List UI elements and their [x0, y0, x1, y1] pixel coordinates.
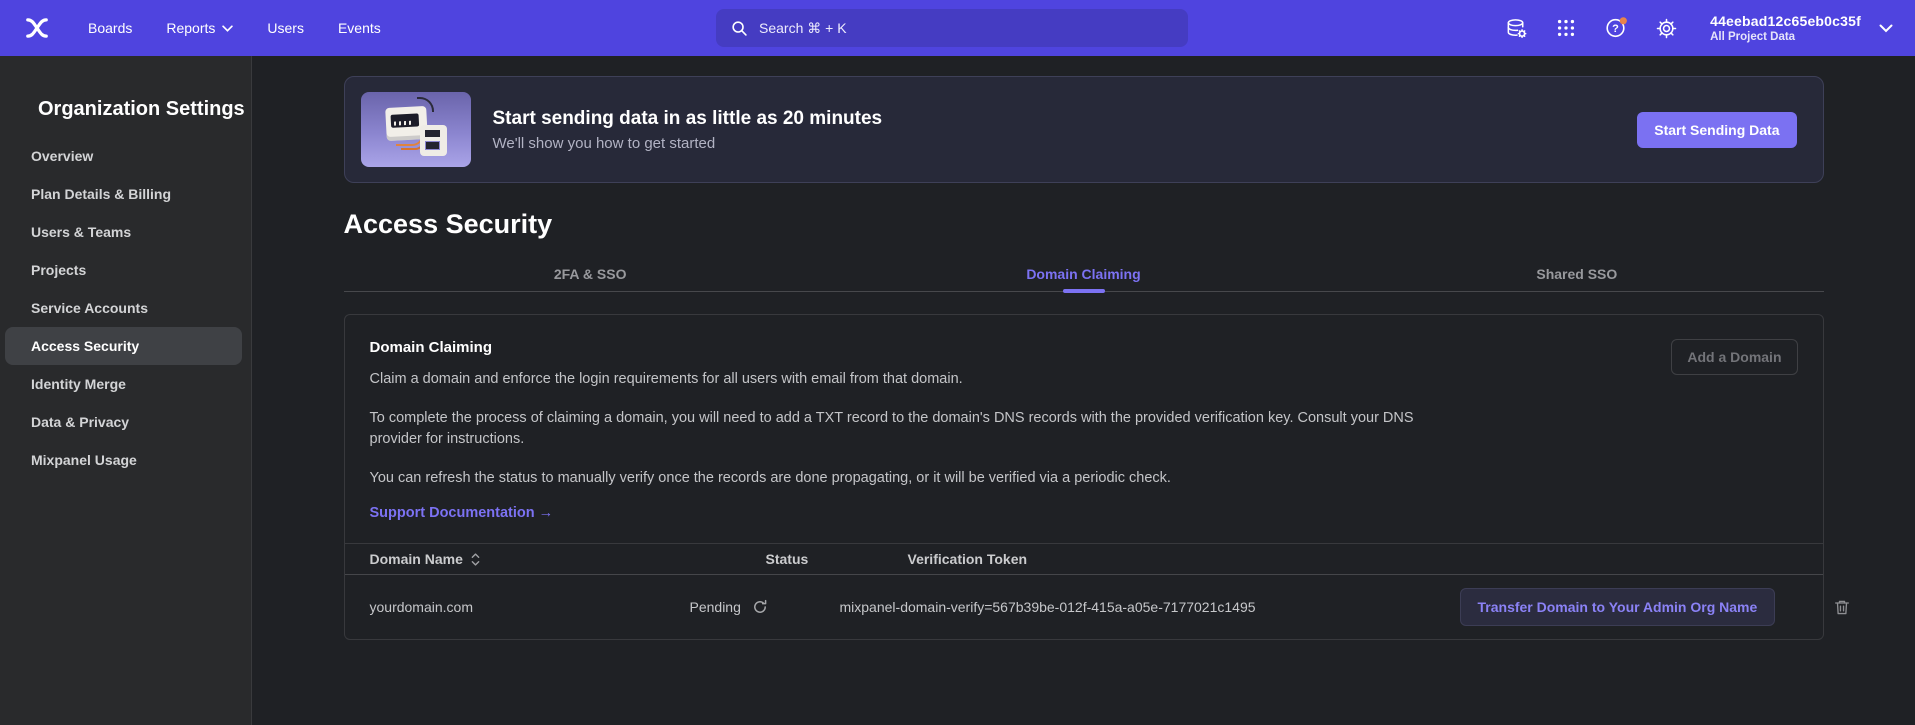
- sidebar-title: Organization Settings: [38, 98, 251, 121]
- add-domain-button[interactable]: Add a Domain: [1671, 339, 1797, 375]
- cell-domain-name: yourdomain.com: [370, 599, 690, 615]
- table-row: yourdomain.com Pending mixpanel-domain-v…: [345, 575, 1823, 639]
- banner-subtitle: We'll show you how to get started: [493, 135, 883, 152]
- column-header-verification-token: Verification Token: [840, 551, 1460, 567]
- delete-domain-trash-icon[interactable]: [1833, 598, 1851, 617]
- sidebar-item-access-security[interactable]: Access Security: [5, 327, 242, 365]
- domains-table-header: Domain Name Status Verification Token: [345, 543, 1823, 575]
- sidebar-item-service-accounts[interactable]: Service Accounts: [5, 289, 242, 327]
- column-header-status: Status: [690, 551, 840, 567]
- search-input[interactable]: Search ⌘ + K: [716, 9, 1188, 47]
- support-documentation-link[interactable]: Support Documentation →: [370, 505, 554, 521]
- sidebar-item-identity-merge[interactable]: Identity Merge: [5, 365, 242, 403]
- banner-title: Start sending data in as little as 20 mi…: [493, 108, 883, 130]
- start-sending-data-button[interactable]: Start Sending Data: [1637, 112, 1796, 148]
- onboarding-illustration: [361, 92, 471, 167]
- sort-icon[interactable]: [471, 553, 480, 566]
- transfer-domain-button[interactable]: Transfer Domain to Your Admin Org Name: [1460, 588, 1776, 626]
- data-management-icon[interactable]: [1504, 16, 1528, 40]
- card-description-1: Claim a domain and enforce the login req…: [345, 369, 1495, 390]
- apps-grid-icon[interactable]: [1554, 16, 1578, 40]
- domains-table: Domain Name Status Verification Token yo…: [345, 543, 1823, 639]
- org-settings-sidebar: Organization Settings Overview Plan Deta…: [0, 56, 252, 725]
- sidebar-item-overview[interactable]: Overview: [5, 137, 242, 175]
- svg-text:?: ?: [1612, 23, 1619, 35]
- top-nav: Boards Reports Users Events Search ⌘ + K: [0, 0, 1915, 56]
- notification-badge: [1620, 17, 1627, 24]
- nav-reports[interactable]: Reports: [166, 20, 233, 36]
- nav-users[interactable]: Users: [267, 20, 304, 36]
- account-switcher[interactable]: 44eebad12c65eb0c35f All Project Data: [1710, 13, 1861, 43]
- tab-2fa-sso[interactable]: 2FA & SSO: [344, 266, 837, 282]
- sidebar-nav: Overview Plan Details & Billing Users & …: [0, 137, 251, 479]
- access-security-tabs: 2FA & SSO Domain Claiming Shared SSO: [344, 266, 1824, 292]
- page-title: Access Security: [344, 209, 1824, 240]
- chevron-down-icon: [222, 25, 233, 32]
- gear-icon[interactable]: [1654, 16, 1678, 40]
- active-tab-indicator: [1063, 289, 1105, 293]
- cell-verification-token: mixpanel-domain-verify=567b39be-012f-415…: [840, 599, 1460, 615]
- tab-shared-sso[interactable]: Shared SSO: [1330, 266, 1823, 282]
- nav-boards[interactable]: Boards: [88, 20, 132, 36]
- column-header-domain-name: Domain Name: [370, 551, 463, 567]
- primary-nav: Boards Reports Users Events: [88, 20, 381, 36]
- card-title: Domain Claiming: [345, 339, 1823, 356]
- domain-claiming-card: Domain Claiming Add a Domain Claim a dom…: [344, 314, 1824, 640]
- refresh-status-icon[interactable]: [752, 599, 768, 615]
- banner-text: Start sending data in as little as 20 mi…: [493, 108, 883, 152]
- sidebar-item-projects[interactable]: Projects: [5, 251, 242, 289]
- sidebar-item-mixpanel-usage[interactable]: Mixpanel Usage: [5, 441, 242, 479]
- sidebar-item-data-privacy[interactable]: Data & Privacy: [5, 403, 242, 441]
- sidebar-item-plan-details-billing[interactable]: Plan Details & Billing: [5, 175, 242, 213]
- mixpanel-logo[interactable]: [22, 13, 52, 43]
- sidebar-item-users-teams[interactable]: Users & Teams: [5, 213, 242, 251]
- card-description-2: To complete the process of claiming a do…: [345, 408, 1495, 450]
- status-badge: Pending: [690, 599, 741, 615]
- main-area: Start sending data in as little as 20 mi…: [252, 56, 1915, 725]
- top-right-actions: ? 44eebad12c65eb0c35f All Project Data: [1504, 13, 1893, 43]
- tab-domain-claiming[interactable]: Domain Claiming: [837, 266, 1330, 282]
- account-chevron-down-icon[interactable]: [1879, 24, 1893, 33]
- onboarding-banner: Start sending data in as little as 20 mi…: [344, 76, 1824, 183]
- card-description-3: You can refresh the status to manually v…: [345, 468, 1495, 489]
- project-label: All Project Data: [1710, 31, 1861, 43]
- search-placeholder: Search ⌘ + K: [759, 20, 847, 37]
- nav-events[interactable]: Events: [338, 20, 381, 36]
- search-icon: [731, 20, 748, 37]
- help-icon[interactable]: ?: [1604, 16, 1628, 40]
- org-id: 44eebad12c65eb0c35f: [1710, 13, 1861, 29]
